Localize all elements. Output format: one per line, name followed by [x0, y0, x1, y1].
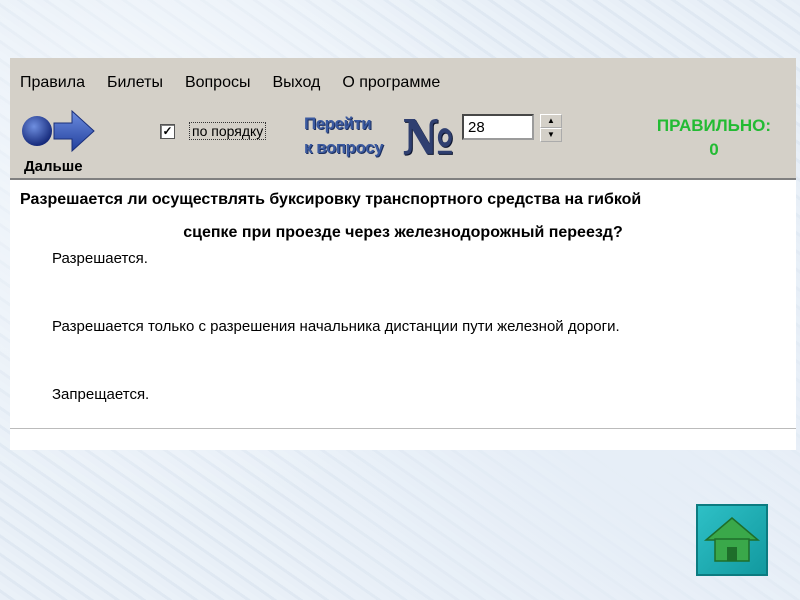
goto-label-line2: к вопросу	[304, 138, 384, 157]
answer-option-3[interactable]: Запрещается.	[52, 386, 149, 403]
question-number-input[interactable]	[462, 114, 534, 140]
menu-about[interactable]: О программе	[342, 74, 440, 92]
answer-option-2[interactable]: Разрешается только с разрешения начальни…	[52, 318, 620, 335]
question-text-line2: сцепке при проезде через железнодорожный…	[183, 224, 623, 241]
result-panel: ПРАВИЛЬНО: 0	[634, 114, 794, 162]
order-checkbox[interactable]: ✓	[160, 123, 175, 139]
order-option[interactable]: ✓ по порядку	[160, 122, 267, 140]
spin-down-icon[interactable]: ▼	[540, 128, 562, 142]
toolbar: Дальше ✓ по порядку Перейти к вопросу № …	[10, 98, 796, 178]
answer-option-1[interactable]: Разрешается.	[52, 250, 148, 267]
menu-exit[interactable]: Выход	[272, 74, 320, 92]
menu-rules[interactable]: Правила	[20, 74, 85, 92]
panel-divider	[10, 428, 796, 429]
home-icon	[703, 517, 761, 562]
question-text-line1: Разрешается ли осуществлять буксировку т…	[20, 191, 642, 208]
home-button[interactable]	[696, 504, 768, 576]
result-label: ПРАВИЛЬНО:	[656, 116, 772, 135]
menu-bar: Правила Билеты Вопросы Выход О программе	[10, 70, 796, 96]
arrow-right-icon	[22, 109, 95, 153]
result-count: 0	[709, 140, 719, 159]
next-label: Дальше	[24, 158, 83, 175]
question-number-spinner: ▲ ▼	[462, 114, 562, 142]
spinner-arrows: ▲ ▼	[540, 114, 562, 142]
order-label[interactable]: по порядку	[189, 122, 267, 140]
question-panel: Разрешается ли осуществлять буксировку т…	[10, 178, 796, 450]
number-sign: №	[402, 110, 455, 166]
next-button[interactable]: Дальше	[16, 106, 96, 178]
spin-up-icon[interactable]: ▲	[540, 114, 562, 128]
menu-questions[interactable]: Вопросы	[185, 74, 251, 92]
goto-label-line1: Перейти	[304, 114, 372, 133]
menu-tickets[interactable]: Билеты	[107, 74, 163, 92]
test-window: Правила Билеты Вопросы Выход О программе	[10, 58, 796, 450]
goto-label: Перейти к вопросу	[304, 112, 394, 160]
